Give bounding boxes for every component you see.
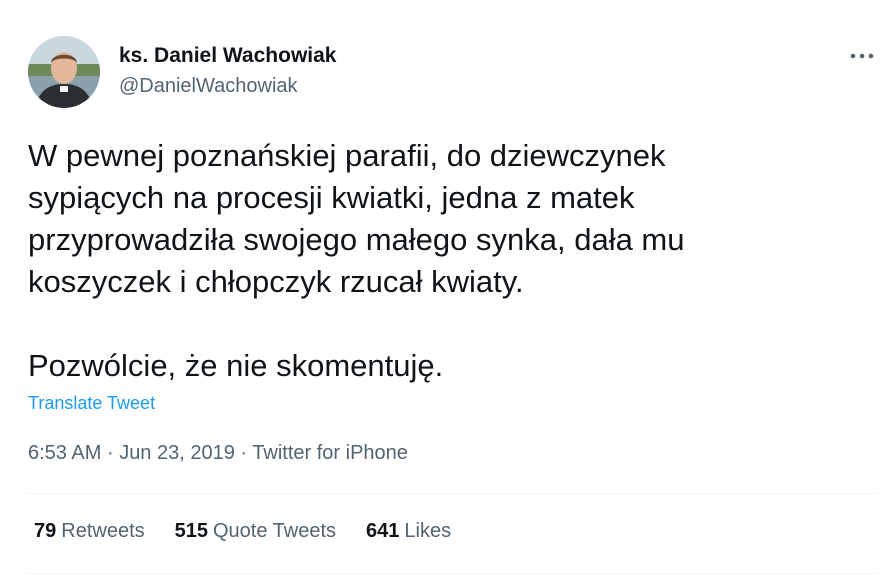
tweet-date[interactable]: Jun 23, 2019 xyxy=(119,442,235,464)
more-options-icon xyxy=(850,53,874,59)
tweet-paragraph: W pewnej poznańskiej parafii, do dziewcz… xyxy=(28,138,685,299)
quote-tweets-stat[interactable]: 515 Quote Tweets xyxy=(175,520,336,543)
tweet-source[interactable]: Twitter for iPhone xyxy=(252,442,408,464)
avatar[interactable] xyxy=(28,36,100,108)
tweet-metadata: 6:53 AM · Jun 23, 2019 · Twitter for iPh… xyxy=(28,442,408,465)
author-handle[interactable]: @DanielWachowiak xyxy=(119,75,298,98)
metadata-separator: · xyxy=(106,442,114,464)
author-name[interactable]: ks. Daniel Wachowiak xyxy=(119,44,336,68)
retweets-label: Retweets xyxy=(61,520,145,542)
avatar-image xyxy=(28,36,100,108)
divider xyxy=(28,573,876,574)
retweets-count: 79 xyxy=(34,520,57,542)
retweets-stat[interactable]: 79 Retweets xyxy=(34,520,145,543)
tweet-time[interactable]: 6:53 AM xyxy=(28,442,101,464)
likes-count: 641 xyxy=(366,520,400,542)
tweet-stats: 79 Retweets 515 Quote Tweets 641 Likes xyxy=(34,520,451,543)
tweet-paragraph: Pozwólcie, że nie skomentuję. xyxy=(28,348,444,383)
quote-tweets-count: 515 xyxy=(174,520,208,542)
more-options-button[interactable] xyxy=(844,44,880,68)
likes-stat[interactable]: 641 Likes xyxy=(366,520,451,543)
quote-tweets-label: Quote Tweets xyxy=(213,520,337,542)
tweet: ks. Daniel Wachowiak @DanielWachowiak W … xyxy=(0,0,896,580)
divider xyxy=(28,493,876,494)
likes-label: Likes xyxy=(404,520,452,542)
tweet-text: W pewnej poznańskiej parafii, do dziewcz… xyxy=(28,135,868,387)
metadata-separator: · xyxy=(240,442,248,464)
translate-tweet-link[interactable]: Translate Tweet xyxy=(28,393,155,414)
